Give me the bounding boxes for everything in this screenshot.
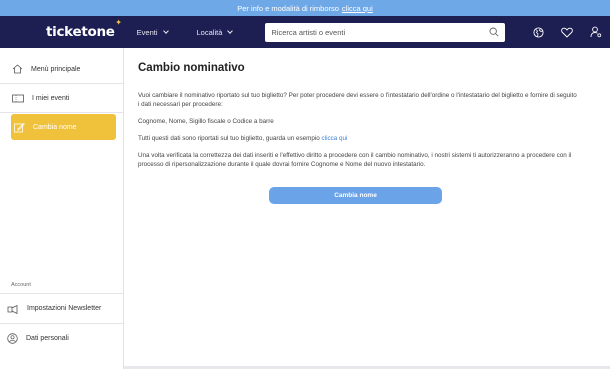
- chevron-down-icon: [227, 27, 234, 34]
- sidebar-item-label: Impostazioni Newsletter: [27, 305, 102, 312]
- divider: [0, 83, 123, 84]
- ticket-icon: [12, 94, 24, 102]
- banner-link[interactable]: clicca qui: [342, 4, 373, 13]
- example-link[interactable]: clicca qui: [322, 135, 348, 142]
- home-icon: [12, 64, 23, 74]
- divider: [0, 293, 123, 294]
- user-icon: [7, 333, 18, 344]
- globe-icon[interactable]: [533, 26, 544, 38]
- nav-icons: [533, 26, 602, 38]
- search-input[interactable]: [271, 27, 489, 37]
- sidebar-item-my-events[interactable]: I miei eventi: [0, 85, 123, 111]
- sidebar-item-label: Menù principale: [31, 65, 81, 73]
- sidebar-item-label: I miei eventi: [32, 94, 70, 102]
- sidebar: Menù principale I miei eventi Cambia nom…: [0, 48, 124, 369]
- intro-text: Vuoi cambiare il nominativo riportato su…: [138, 92, 577, 108]
- page-title: Cambio nominativo: [138, 62, 245, 74]
- example-text: Tutti questi dati sono riportati sul tuo…: [138, 134, 578, 143]
- sidebar-item-main-menu[interactable]: Menù principale: [0, 56, 123, 82]
- search-bar: [265, 22, 505, 42]
- search-icon[interactable]: [489, 27, 499, 37]
- edit-icon: [14, 122, 25, 132]
- verification-text: Una volta verificata la correttezza dei …: [138, 152, 572, 168]
- newsletter-icon: [7, 304, 18, 314]
- location-dropdown[interactable]: Località: [196, 27, 234, 37]
- sidebar-item-newsletter[interactable]: Impostazioni Newsletter: [0, 295, 123, 322]
- user-settings-icon[interactable]: [590, 26, 602, 38]
- info-banner: Per info e modalità di rimborso clicca q…: [0, 0, 610, 16]
- chevron-down-icon: [162, 27, 169, 34]
- logo-text: ticketone: [46, 24, 115, 40]
- sidebar-item-label: Cambia nome: [33, 123, 77, 131]
- sidebar-item-label: Dati personali: [26, 335, 69, 342]
- account-section-label: Account: [11, 282, 31, 288]
- divider: [0, 323, 123, 324]
- sidebar-item-change-name[interactable]: Cambia nome: [11, 114, 116, 140]
- change-name-button[interactable]: Cambia nome: [269, 187, 442, 204]
- star-icon: ✦: [115, 18, 122, 27]
- banner-text: Per info e modalità di rimborso: [237, 3, 339, 13]
- events-dropdown[interactable]: Eventi: [136, 27, 169, 37]
- example-text-body: Tutti questi dati sono riportati sul tuo…: [138, 135, 320, 142]
- navbar: ticketone ✦ Eventi Località: [0, 16, 610, 48]
- events-label: Eventi: [136, 27, 158, 37]
- heart-icon[interactable]: [561, 27, 573, 38]
- main-content: Cambio nominativo Vuoi cambiare il nomin…: [124, 48, 610, 369]
- required-fields-text: Cognome, Nome, Sigillo fiscale o Codice …: [138, 118, 274, 125]
- sidebar-item-personal-data[interactable]: Dati personali: [0, 325, 123, 352]
- location-label: Località: [196, 27, 223, 37]
- logo[interactable]: ticketone ✦: [46, 18, 122, 40]
- divider: [0, 112, 123, 113]
